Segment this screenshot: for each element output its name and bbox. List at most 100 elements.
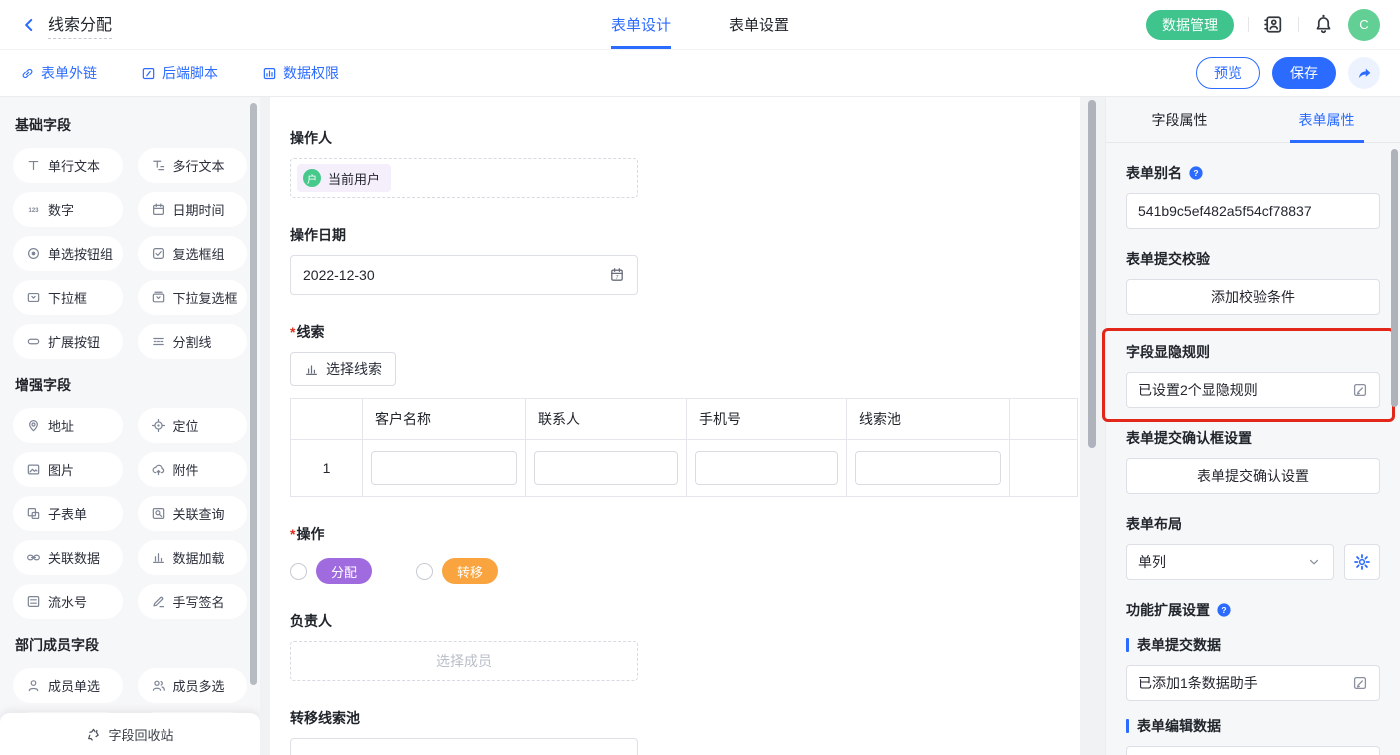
tab-field-properties[interactable]: 字段属性 xyxy=(1106,97,1253,142)
field-owner[interactable]: 负责人 选择成员 xyxy=(290,611,1060,681)
sidebar-item[interactable]: 关联查询 xyxy=(138,496,248,531)
visibility-rules-box[interactable]: 已设置2个显隐规则 xyxy=(1126,372,1380,408)
add-operation-button[interactable]: 添加操作 xyxy=(1126,746,1380,755)
select-member-box[interactable]: 选择成员 xyxy=(290,641,638,681)
sidebar-item[interactable]: 扩展按钮 xyxy=(13,324,123,359)
sidebar-item[interactable]: 手写签名 xyxy=(138,584,248,619)
extend-button-icon xyxy=(26,334,41,349)
table-cell-input[interactable] xyxy=(534,451,678,485)
sidebar-scrollbar[interactable] xyxy=(250,103,257,685)
sidebar-item-label: 分割线 xyxy=(173,332,212,351)
table-cell-input[interactable] xyxy=(695,451,838,485)
table-column-header: 客户名称 xyxy=(363,399,526,439)
radio-icon[interactable] xyxy=(290,563,307,580)
sidebar-item[interactable]: 下拉复选框 xyxy=(138,280,248,315)
bell-icon[interactable] xyxy=(1313,14,1334,35)
sidebar-item[interactable]: 附件 xyxy=(138,452,248,487)
operation-option[interactable]: 转移 xyxy=(416,558,498,584)
save-button[interactable]: 保存 xyxy=(1272,57,1336,89)
help-icon[interactable]: ? xyxy=(1188,165,1204,181)
layout-settings-button[interactable] xyxy=(1344,544,1380,580)
add-validation-button[interactable]: 添加校验条件 xyxy=(1126,279,1380,315)
data-manage-button[interactable]: 数据管理 xyxy=(1146,10,1234,40)
contacts-icon[interactable] xyxy=(1263,14,1284,35)
field-label: 转移线索池 xyxy=(290,708,1060,728)
panel-tabs: 字段属性 表单属性 xyxy=(1106,97,1400,143)
sidebar-item-label: 多行文本 xyxy=(173,156,225,175)
edit-icon[interactable] xyxy=(1352,675,1368,691)
divider xyxy=(1298,17,1299,32)
preview-button[interactable]: 预览 xyxy=(1196,57,1260,89)
field-operator[interactable]: 操作人 户 当前用户 xyxy=(290,128,1060,198)
select-leads-button[interactable]: 选择线索 xyxy=(290,352,396,386)
sidebar-item[interactable]: 关联数据 xyxy=(13,540,123,575)
current-user-tag: 户 当前用户 xyxy=(297,164,391,192)
svg-text:?: ? xyxy=(1193,168,1198,178)
field-operate-date[interactable]: 操作日期 2022-12-30 7 xyxy=(290,225,1060,295)
attachment-icon xyxy=(151,462,166,477)
canvas-scrollbar[interactable] xyxy=(1088,100,1096,448)
date-input[interactable]: 2022-12-30 7 xyxy=(290,255,638,295)
sidebar-item[interactable]: 下拉框 xyxy=(13,280,123,315)
sidebar-item[interactable]: 数据加载 xyxy=(138,540,248,575)
toolbar-link[interactable]: 后端脚本 xyxy=(141,63,218,83)
lookup-query-icon xyxy=(151,506,166,521)
operation-option[interactable]: 分配 xyxy=(290,558,372,584)
sidebar-item[interactable]: 分割线 xyxy=(138,324,248,359)
table-cell xyxy=(687,440,847,496)
member-single-icon xyxy=(26,678,41,693)
sidebar-item-label: 地址 xyxy=(48,416,74,435)
field-transfer-pool[interactable]: 转移线索池 xyxy=(290,708,1060,755)
radio-icon[interactable] xyxy=(416,563,433,580)
field-sidebar: 基础字段单行文本多行文本123数字日期时间单选按钮组复选框组下拉框下拉复选框扩展… xyxy=(0,97,260,755)
required-asterisk: * xyxy=(290,526,295,542)
form-alias-input[interactable]: 541b9c5ef482a5f54cf78837 xyxy=(1126,193,1380,229)
sidebar-item[interactable]: 单选按钮组 xyxy=(13,236,123,271)
field-operation[interactable]: * 操作 分配转移 xyxy=(290,524,1060,584)
sidebar-item[interactable]: 成员单选 xyxy=(13,668,123,703)
form-title[interactable]: 线索分配 xyxy=(48,11,112,39)
tab-form-properties[interactable]: 表单属性 xyxy=(1253,97,1400,142)
submit-confirm-button[interactable]: 表单提交确认设置 xyxy=(1126,458,1380,494)
bar-chart-icon xyxy=(304,362,319,377)
table-cell-input[interactable] xyxy=(371,451,517,485)
tab-form-design[interactable]: 表单设计 xyxy=(611,0,671,49)
table-cell xyxy=(847,440,1010,496)
sidebar-item[interactable]: 多行文本 xyxy=(138,148,248,183)
sidebar-item[interactable]: 成员多选 xyxy=(138,668,248,703)
sidebar-item[interactable]: 子表单 xyxy=(13,496,123,531)
help-icon[interactable]: ? xyxy=(1216,602,1232,618)
sidebar-item[interactable]: 日期时间 xyxy=(138,192,248,227)
sidebar-item[interactable]: 图片 xyxy=(13,452,123,487)
sidebar-item-label: 附件 xyxy=(173,460,199,479)
single-line-text-icon xyxy=(26,158,41,173)
table-index-header xyxy=(291,399,363,439)
edit-icon[interactable] xyxy=(1352,382,1368,398)
sidebar-item[interactable]: 123数字 xyxy=(13,192,123,227)
tab-form-settings[interactable]: 表单设置 xyxy=(729,0,789,49)
sidebar-item[interactable]: 单行文本 xyxy=(13,148,123,183)
toolbar-link-label: 表单外链 xyxy=(41,63,97,83)
extensions-label: 功能扩展设置 ? xyxy=(1126,600,1380,620)
sidebar-item[interactable]: 流水号 xyxy=(13,584,123,619)
sidebar-item-label: 下拉复选框 xyxy=(173,288,238,307)
field-recycle-bin[interactable]: 字段回收站 xyxy=(0,713,260,755)
sidebar-item[interactable]: 定位 xyxy=(138,408,248,443)
transfer-pool-select[interactable] xyxy=(290,738,638,755)
submit-data-box[interactable]: 已添加1条数据助手 xyxy=(1126,665,1380,701)
sidebar-item[interactable]: 复选框组 xyxy=(138,236,248,271)
share-button[interactable] xyxy=(1348,57,1380,89)
back-icon[interactable] xyxy=(20,16,38,34)
sidebar-item[interactable]: 地址 xyxy=(13,408,123,443)
avatar[interactable]: C xyxy=(1348,9,1380,41)
app-header: 线索分配 表单设计 表单设置 数据管理 C xyxy=(0,0,1400,50)
form-layout-select[interactable]: 单列 xyxy=(1126,544,1334,580)
address-icon xyxy=(26,418,41,433)
operator-value-box[interactable]: 户 当前用户 xyxy=(290,158,638,198)
toolbar-link[interactable]: 表单外链 xyxy=(20,63,97,83)
panel-scrollbar[interactable] xyxy=(1391,149,1398,407)
table-cell-input[interactable] xyxy=(855,451,1001,485)
field-leads[interactable]: * 线索 选择线索 客户名称联系人手机号线索池 1 xyxy=(290,322,1060,497)
toolbar-link[interactable]: 数据权限 xyxy=(262,63,339,83)
toolbar-links: 表单外链 后端脚本 数据权限 xyxy=(20,63,339,83)
